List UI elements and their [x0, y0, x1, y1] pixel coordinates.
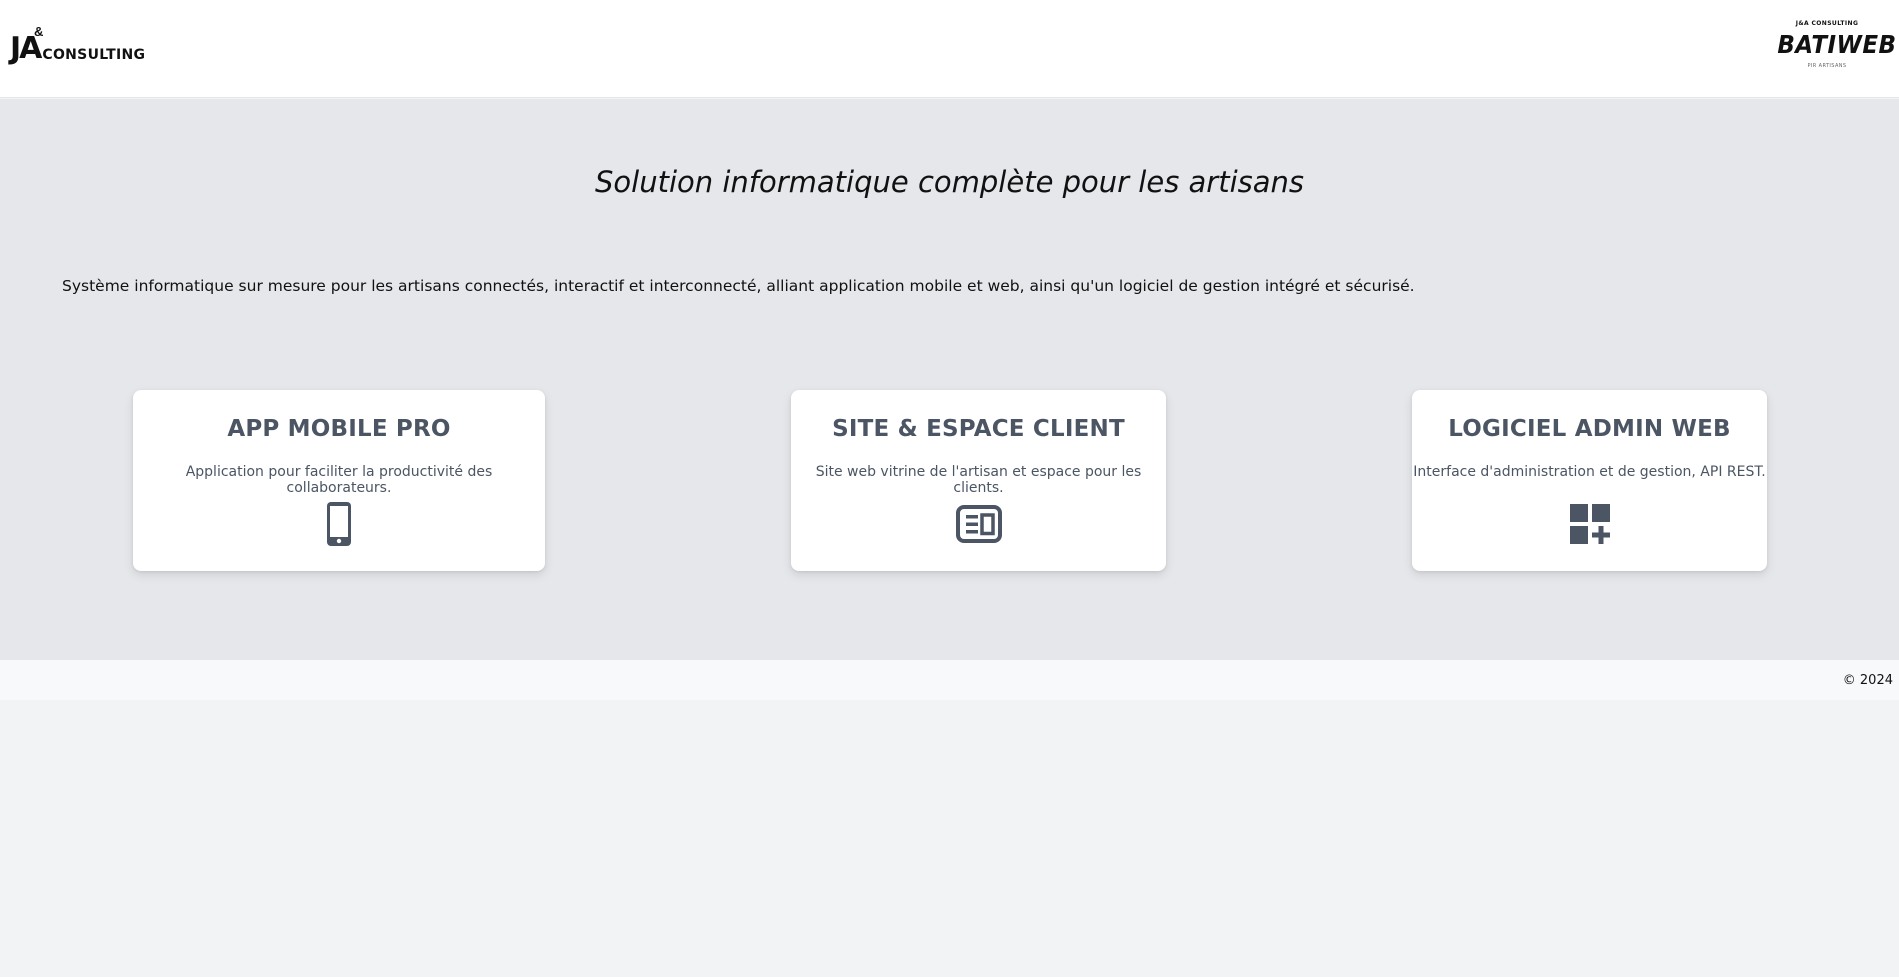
main-section: Solution informatique complète pour les … — [0, 99, 1899, 660]
card-title: APP MOBILE PRO — [227, 416, 451, 442]
card-app-mobile-pro[interactable]: APP MOBILE PRO Application pour facilite… — [133, 390, 545, 571]
batiweb-logo[interactable]: J&A CONSULTING BATIWEB PIR ARTISANS — [1773, 20, 1897, 70]
smartphone-icon — [315, 500, 363, 548]
site-footer: © 2024 — [0, 660, 1899, 700]
batiweb-logo-top-text: J&A CONSULTING — [1795, 20, 1859, 27]
card-logiciel-admin-web[interactable]: LOGICIEL ADMIN WEB Interface d'administr… — [1412, 390, 1767, 571]
card-title: SITE & ESPACE CLIENT — [832, 416, 1125, 442]
card-site-espace-client[interactable]: SITE & ESPACE CLIENT Site web vitrine de… — [791, 390, 1166, 571]
dashboard-add-icon — [1566, 500, 1614, 548]
ja-consulting-logo[interactable]: JA & CONSULTING — [10, 24, 146, 64]
batiweb-logo-main-text: BATIWEB — [1777, 30, 1897, 59]
page-title: Solution informatique complète pour les … — [594, 165, 1305, 199]
logo-consulting-text: CONSULTING — [42, 47, 146, 63]
card-description: Site web vitrine de l'artisan et espace … — [815, 464, 1142, 496]
card-title: LOGICIEL ADMIN WEB — [1448, 416, 1731, 442]
card-description: Interface d'administration et de gestion… — [1413, 464, 1766, 480]
newspaper-icon — [955, 500, 1003, 548]
card-description: Application pour faciliter la productivi… — [185, 464, 493, 496]
intro-text: Système informatique sur mesure pour les… — [62, 277, 1415, 295]
copyright-text: © 2024 — [1842, 673, 1893, 688]
site-header: JA & CONSULTING J&A CONSULTING BATIWEB P… — [0, 0, 1899, 98]
logo-ampersand: & — [34, 24, 44, 39]
batiweb-logo-bottom-text: PIR ARTISANS — [1807, 63, 1847, 69]
